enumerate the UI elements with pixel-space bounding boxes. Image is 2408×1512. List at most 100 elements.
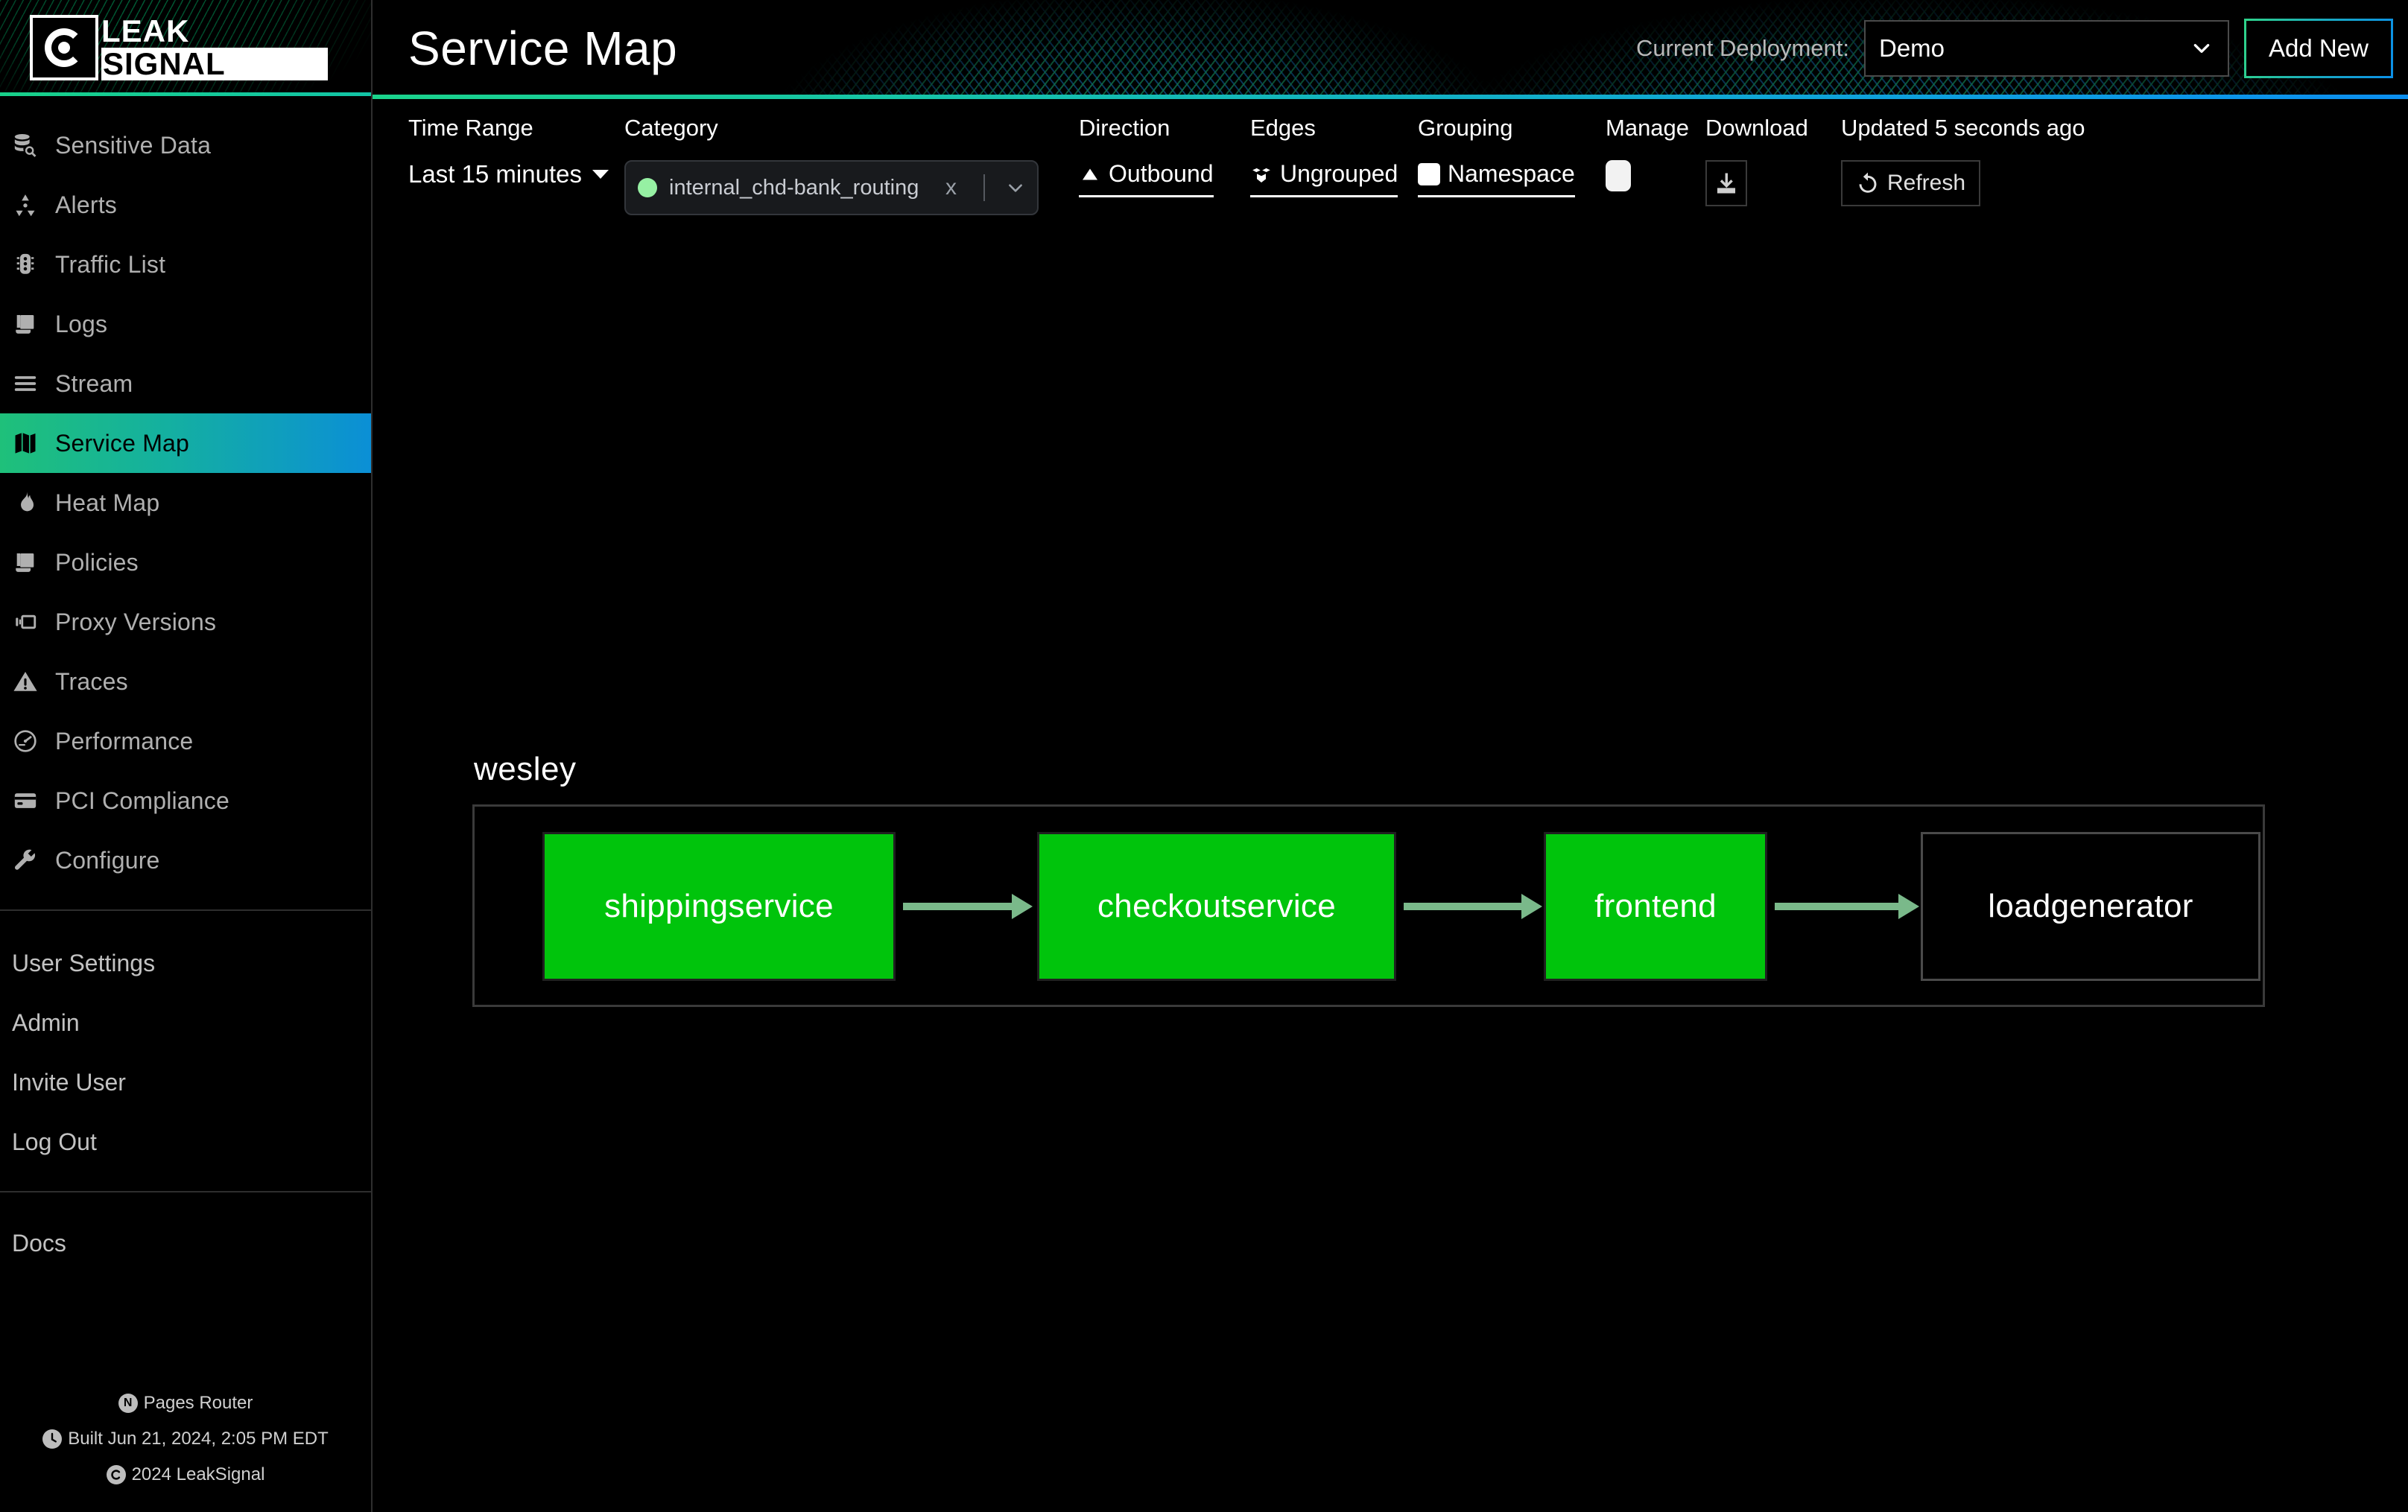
flame-icon [12,489,39,516]
sidebar-item-log-out[interactable]: Log Out [0,1112,371,1172]
service-node-label: frontend [1594,888,1717,924]
map-icon [12,430,39,457]
nextjs-icon: N [118,1394,138,1413]
page-title: Service Map [408,21,678,75]
traffic-light-icon [12,251,39,278]
sidebar-item-pci-compliance[interactable]: PCI Compliance [0,771,371,830]
direction-toggle-button[interactable]: Outbound [1079,160,1214,197]
manage-control: Manage [1606,115,1705,191]
deployment-select[interactable]: Demo [1864,19,2229,77]
updated-control: Updated 5 seconds ago Refresh [1841,115,2085,206]
primary-nav: Sensitive Data Alerts Traffic List Logs [0,96,371,890]
direction-value: Outbound [1109,160,1214,187]
service-node[interactable]: frontend [1544,832,1767,981]
sidebar-item-label: PCI Compliance [55,787,230,814]
wrench-icon [12,847,39,874]
category-multiselect[interactable]: internal_chd-bank_routing x [624,160,1039,215]
logo-word-signal: SIGNAL [101,48,328,80]
sidebar-item-label: Service Map [55,429,190,457]
sidebar-item-stream[interactable]: Stream [0,354,371,413]
sidebar-item-configure[interactable]: Configure [0,830,371,890]
manage-heading: Manage [1606,115,1690,141]
refresh-button[interactable]: Refresh [1841,160,1981,206]
edges-value: Ungrouped [1280,160,1398,187]
time-range-dropdown[interactable]: Last 15 minutes [408,160,609,188]
leaksignal-logo[interactable]: LEAK SIGNAL [30,15,328,80]
category-separator [983,174,985,201]
sidebar-item-label: Proxy Versions [55,608,217,635]
ungrouped-nodes-icon [1252,168,1270,182]
sidebar-item-logs[interactable]: Logs [0,294,371,354]
deployment-selected-value: Demo [1879,34,1945,62]
sidebar-item-user-settings[interactable]: User Settings [0,933,371,993]
download-icon [1717,173,1736,194]
grouping-control: Grouping Namespace [1418,115,1606,197]
download-button[interactable] [1705,160,1747,206]
database-search-icon [12,132,39,159]
brand-accent-rule [0,92,371,96]
footer-router-label: Pages Router [143,1393,253,1413]
sidebar-item-admin[interactable]: Admin [0,993,371,1052]
sidebar-item-label: Alerts [55,191,117,218]
stream-lines-icon [12,370,39,397]
service-node-label: shippingservice [604,888,834,924]
chevron-down-icon [592,170,609,179]
sidebar-item-traffic-list[interactable]: Traffic List [0,235,371,294]
radiation-alert-icon [12,191,39,218]
sidebar: LEAK SIGNAL Sensitive Data Alerts Traffi… [0,0,373,1512]
sidebar-item-heat-map[interactable]: Heat Map [0,473,371,533]
download-heading: Download [1705,115,1808,141]
namespace-square-icon [1418,162,1440,185]
sidebar-item-sensitive-data[interactable]: Sensitive Data [0,115,371,175]
sidebar-item-label: Traces [55,667,128,695]
service-node[interactable]: loadgenerator [1921,832,2260,981]
credit-card-icon [12,787,39,814]
sidebar-item-label: Configure [55,846,160,874]
sidebar-item-alerts[interactable]: Alerts [0,175,371,235]
filter-toolbar: Time Range Last 15 minutes Category inte… [373,96,2408,232]
sidebar-item-label: Logs [55,310,108,337]
header-accent-bar [373,95,2408,99]
footer-copyright-row: 2024 LeakSignal [0,1457,371,1493]
add-new-button[interactable]: Add New [2244,18,2393,78]
sidebar-item-proxy-versions[interactable]: Proxy Versions [0,592,371,652]
docs-nav: Docs [0,1192,371,1273]
sidebar-footer: N Pages Router Built Jun 21, 2024, 2:05 … [0,1385,371,1512]
download-control: Download [1705,115,1841,206]
sidebar-item-policies[interactable]: Policies [0,533,371,592]
refresh-label: Refresh [1887,171,1966,195]
sidebar-item-label: Policies [55,548,139,576]
sidebar-item-label: Heat Map [55,489,160,516]
sidebar-item-label: Sensitive Data [55,131,212,159]
service-node[interactable]: shippingservice [542,832,896,981]
sidebar-item-service-map[interactable]: Service Map [0,413,371,473]
grouping-toggle-button[interactable]: Namespace [1418,160,1575,197]
footer-copyright-label: 2024 LeakSignal [131,1464,265,1484]
main-content: Service Map Current Deployment: Demo Add… [373,0,2408,1512]
account-nav: User Settings Admin Invite User Log Out [0,911,371,1172]
direction-control: Direction Outbound [1079,115,1250,197]
footer-router-row: N Pages Router [0,1385,371,1421]
sidebar-item-invite-user[interactable]: Invite User [0,1052,371,1112]
logo-word-leak: LEAK [101,13,190,48]
service-node[interactable]: checkoutservice [1037,832,1396,981]
edges-control: Edges Ungrouped [1250,115,1418,197]
top-header: Service Map Current Deployment: Demo Add… [373,0,2408,96]
refresh-icon [1859,172,1877,193]
category-status-dot-icon [638,178,657,197]
category-control: Category internal_chd-bank_routing x [624,115,1079,215]
chevron-down-icon [2193,43,2210,53]
gauge-icon [12,728,39,755]
manage-toggle[interactable] [1606,160,1631,191]
clock-icon [42,1429,63,1449]
sidebar-item-label: Performance [55,727,194,755]
category-clear-icon[interactable]: x [940,175,963,200]
sidebar-item-label: Stream [55,369,133,397]
chevron-down-icon[interactable] [1006,178,1025,197]
edges-toggle-button[interactable]: Ungrouped [1250,160,1398,197]
footer-built-label: Built Jun 21, 2024, 2:05 PM EDT [68,1429,329,1449]
sidebar-item-docs[interactable]: Docs [0,1213,371,1273]
sidebar-item-performance[interactable]: Performance [0,711,371,771]
add-new-label: Add New [2246,20,2391,76]
sidebar-item-traces[interactable]: Traces [0,652,371,711]
